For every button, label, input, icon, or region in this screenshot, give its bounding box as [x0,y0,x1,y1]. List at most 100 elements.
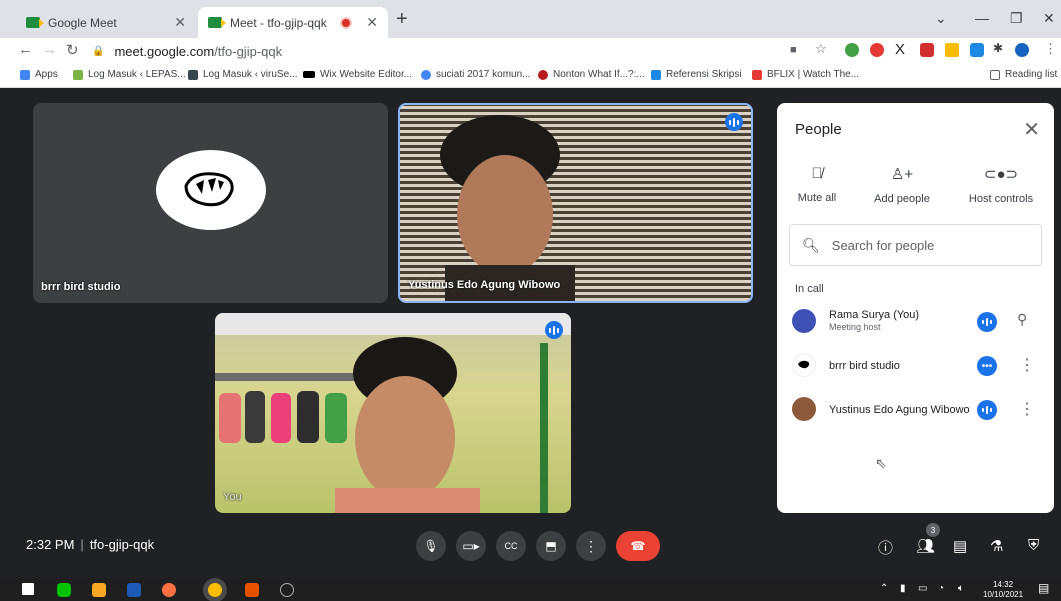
present-button[interactable]: ⬒ [536,531,566,561]
close-icon[interactable]: ✕ [1023,117,1040,142]
self-video [215,313,571,513]
puzzle-extensions-icon[interactable]: ✱ [993,41,1003,55]
adblock-icon[interactable] [870,43,884,57]
video-tile-yustinus[interactable]: Yustinus Edo Agung Wibowo [398,103,753,303]
file-explorer-icon[interactable] [92,583,106,597]
camera-button[interactable]: ▭▸ [456,531,486,561]
video-tile-brrr-bird-studio[interactable]: brrr bird studio [33,103,388,303]
tab-search-icon[interactable]: ⌄ [935,10,947,27]
extension-icon[interactable] [845,43,859,57]
participant-row[interactable]: Rama Surya (You) Meeting host ⚲ [789,305,1049,339]
participant-name: Rama Surya (You) [829,309,920,321]
speaking-indicator-icon [725,113,743,131]
document-icon [651,69,661,80]
tray-app-icon[interactable]: ▮ [900,583,906,594]
current-time: 2:32 PM [26,537,75,552]
pin-icon[interactable]: ⚲ [1017,311,1027,328]
clock-date: 10/10/2021 [983,590,1024,599]
tab-label: Google Meet [48,15,117,30]
bookmark-item[interactable]: Nonton What If...?:... [538,69,645,80]
mouse-cursor-icon: ⇖ [875,455,887,471]
tile-name: brrr bird studio [41,281,121,293]
volume-icon[interactable]: 🔈︎ [958,583,964,594]
more-options-button[interactable]: ⋮ [576,531,606,561]
reading-list-icon [990,69,1000,80]
video-tile-self[interactable]: You [215,313,571,513]
browser-toolbar: ← → ↻ 🔒 meet.google.com/tfo-gjip-qqk ■ ☆… [0,38,1061,64]
people-icon[interactable]: 👥︎ [916,537,935,555]
address-bar[interactable]: 🔒 meet.google.com/tfo-gjip-qqk [92,40,832,62]
firefox-icon[interactable] [162,583,176,597]
reading-list-button[interactable]: Reading list [990,69,1057,80]
restore-button[interactable]: ❐ [1010,10,1023,27]
windows-taskbar: ⌃ ▮ ▭ ◔ 🔈︎ 14:32 10/10/2021 ▤ [0,578,1061,601]
pdf-icon[interactable] [920,43,934,57]
bookmark-item[interactable]: BFLIX | Watch The... [752,69,859,80]
profile-avatar[interactable] [1015,43,1029,57]
tile-name: Yustinus Edo Agung Wibowo [408,279,561,291]
bookmark-item[interactable]: suciati 2017 komun... [421,69,531,80]
leaf-icon [73,69,83,80]
office-icon[interactable] [245,583,259,597]
bookmark-item[interactable]: Wix Website Editor... [303,69,412,80]
activities-icon[interactable]: ⚗︎ [990,537,1003,555]
bookmark-item[interactable]: Log Masuk ‹ LEPAS... [73,69,186,80]
word-icon[interactable] [127,583,141,597]
hang-up-button[interactable]: ☎︎ [616,531,660,561]
new-tab-button[interactable]: + [396,8,408,31]
participant-name: brrr bird studio [829,360,900,372]
host-controls-button[interactable]: ⊂●⊃ Host controls [965,165,1037,205]
tab-meet-call[interactable]: Meet - tfo-gjip-qqk ✕ [198,7,388,38]
camera-in-use-icon[interactable]: ■ [790,44,797,56]
panel-title: People [795,121,842,138]
x-extension-icon[interactable]: X [895,41,905,58]
app-icon[interactable] [280,583,294,597]
site-icon [188,69,198,80]
back-icon[interactable]: ← [18,41,33,58]
speaking-indicator-icon [977,400,997,420]
more-options-badge-icon: ••• [977,356,997,376]
more-icon[interactable]: ⋮ [1019,355,1035,375]
participant-row[interactable]: brrr bird studio ••• ⋮ [789,349,1049,383]
wifi-icon[interactable]: ◔ [938,583,944,594]
reload-icon[interactable]: ↻ [66,41,79,59]
mic-button[interactable]: 🎙︎ [416,531,446,561]
menu-kebab-icon[interactable]: ⋮ [1044,41,1057,57]
bird-logo-icon [184,172,234,207]
host-safety-icon[interactable]: ⛨ [1028,537,1039,554]
tab-label: Meet - tfo-gjip-qqk [230,15,327,30]
recording-indicator-icon [342,18,351,27]
close-tab-icon[interactable]: ✕ [366,14,378,31]
battery-icon[interactable]: ▭ [918,583,927,594]
chrome-icon[interactable] [208,583,222,597]
participant-row[interactable]: Yustinus Edo Agung Wibowo ⋮ [789,393,1049,427]
search-people[interactable]: 🔍︎ [789,224,1042,266]
bookmark-star-icon[interactable]: ☆ [815,41,827,57]
forward-icon[interactable]: → [42,41,57,58]
search-input[interactable] [829,236,1014,254]
drive-icon[interactable] [945,43,959,57]
tray-clock[interactable]: 14:32 10/10/2021 [983,580,1023,600]
line-app-icon[interactable] [57,583,71,597]
add-people-button[interactable]: ♙+ Add people [871,165,933,205]
tray-chevron-icon[interactable]: ⌃ [880,583,888,594]
mute-all-button[interactable]: 🎙̸ Mute all [797,165,837,204]
bookmark-item[interactable]: Referensi Skripsi [651,69,742,80]
bookmark-apps[interactable]: Apps [20,69,58,80]
windows-start-icon[interactable] [22,583,34,595]
tab-google-meet[interactable]: Google Meet ✕ [16,7,196,38]
info-icon[interactable]: ⓘ [878,537,893,558]
search-icon: 🔍︎ [802,236,820,253]
minimize-button[interactable]: — [975,10,989,26]
extension-new-icon[interactable] [970,43,984,57]
close-window-button[interactable]: ✕ [1043,10,1055,27]
section-label: In call [795,283,824,295]
tile-name: You [223,491,242,503]
close-tab-icon[interactable]: ✕ [174,14,186,31]
chat-icon[interactable]: ▤ [953,537,967,555]
notification-center-icon[interactable]: ▤ [1038,581,1049,595]
more-icon[interactable]: ⋮ [1019,399,1035,419]
bookmark-item[interactable]: Log Masuk ‹ viruSe... [188,69,297,80]
avatar [792,309,816,333]
captions-button[interactable]: CC [496,531,526,561]
